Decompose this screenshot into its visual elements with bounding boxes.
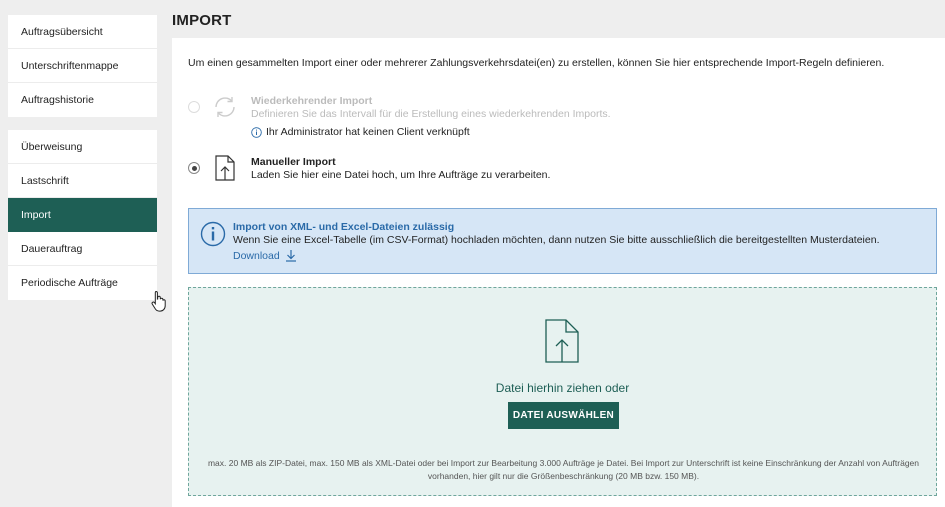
download-label: Download [233,249,280,262]
file-upload-icon [545,319,579,363]
manual-import-radio[interactable] [188,162,200,174]
manual-import-title: Manueller Import [251,156,336,168]
recurring-import-note-text: Ihr Administrator hat keinen Client verk… [266,126,470,138]
select-file-button[interactable]: DATEI AUSWÄHLEN [508,402,619,429]
file-upload-icon [215,155,235,181]
sidebar-item-auftragsuebersicht[interactable]: Auftragsübersicht [8,15,157,49]
sidebar-item-auftragshistorie[interactable]: Auftragshistorie [8,83,157,117]
refresh-icon [215,97,235,117]
sidebar-item-dauerauftrag[interactable]: Dauerauftrag [8,232,157,266]
recurring-import-note: Ihr Administrator hat keinen Client verk… [251,126,470,138]
sidebar-group-overview: Auftragsübersicht Unterschriftenmappe Au… [8,15,157,117]
hand-cursor-icon [151,290,166,312]
file-dropzone[interactable]: Datei hierhin ziehen oder DATEI AUSWÄHLE… [188,287,937,496]
info-box-text: Wenn Sie eine Excel-Tabelle (im CSV-Form… [233,234,880,246]
sidebar-item-import[interactable]: Import [8,198,157,232]
sidebar-group-orders: Überweisung Lastschrift Import Dauerauft… [8,130,157,300]
info-circle-icon [200,221,226,247]
recurring-import-radio[interactable] [188,101,200,113]
intro-text: Um einen gesammelten Import einer oder m… [188,57,885,69]
download-link[interactable]: Download [233,249,297,262]
info-box-title: Import von XML- und Excel-Dateien zuläss… [233,221,455,233]
page-title: IMPORT [172,12,232,29]
sidebar-item-lastschrift[interactable]: Lastschrift [8,164,157,198]
sidebar-item-ueberweisung[interactable]: Überweisung [8,130,157,164]
recurring-import-title: Wiederkehrender Import [251,95,373,107]
dropzone-text: Datei hierhin ziehen oder [495,381,630,395]
sidebar-item-unterschriftenmappe[interactable]: Unterschriftenmappe [8,49,157,83]
sidebar-item-periodische-auftraege[interactable]: Periodische Aufträge [8,266,157,300]
download-icon [285,250,296,262]
import-info-box: Import von XML- und Excel-Dateien zuläss… [188,208,937,274]
info-icon [251,126,262,138]
manual-import-description: Laden Sie hier eine Datei hoch, um Ihre … [251,169,551,181]
upload-limits-text: max. 20 MB als ZIP-Datei, max. 150 MB al… [207,458,920,481]
recurring-import-description: Definieren Sie das Intervall für die Ers… [251,108,611,120]
import-panel: Um einen gesammelten Import einer oder m… [172,38,945,507]
